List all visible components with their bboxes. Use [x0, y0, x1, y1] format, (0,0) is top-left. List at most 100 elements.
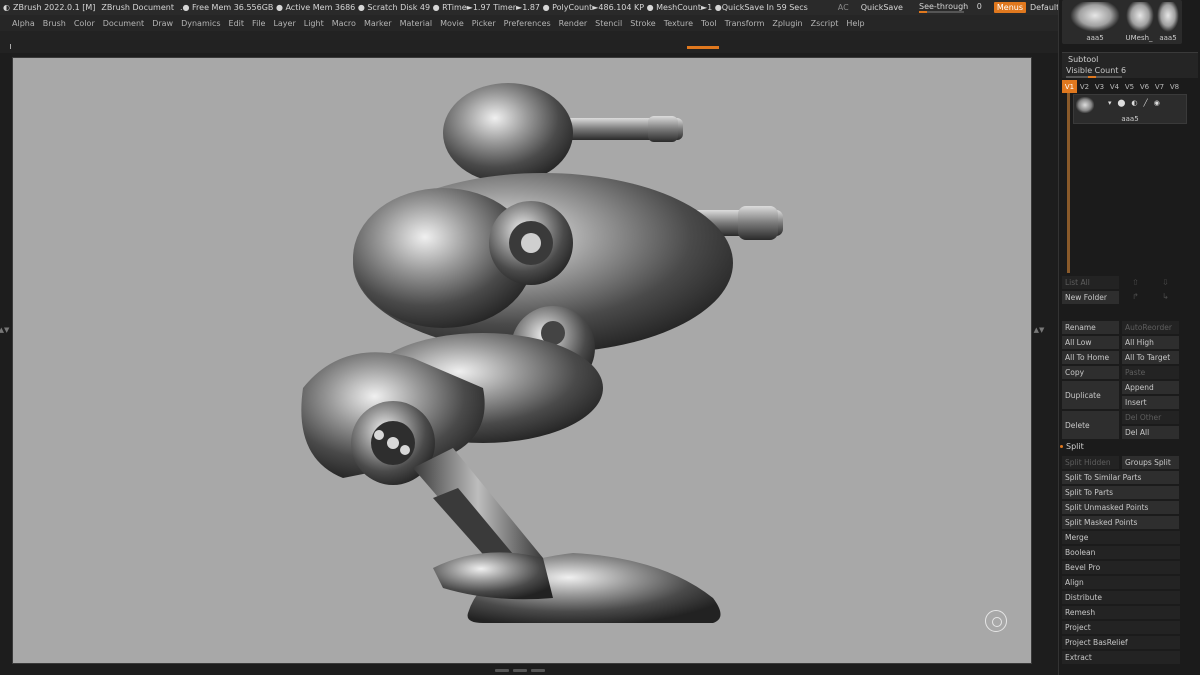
all-to-target-button[interactable]: All To Target	[1122, 351, 1179, 364]
menu-dynamics[interactable]: Dynamics	[181, 19, 220, 28]
split-hidden-button[interactable]: Split Hidden	[1062, 456, 1119, 469]
all-to-home-button[interactable]: All To Home	[1062, 351, 1119, 364]
menu-zplugin[interactable]: Zplugin	[772, 19, 802, 28]
copy-button[interactable]: Copy	[1062, 366, 1119, 379]
see-through-label: See-through	[918, 2, 969, 11]
menu-movie[interactable]: Movie	[440, 19, 464, 28]
menu-render[interactable]: Render	[559, 19, 587, 28]
menu-stroke[interactable]: Stroke	[630, 19, 656, 28]
tool-thumb-aaa5[interactable]: aaa5	[1068, 2, 1122, 42]
polypaint-icon[interactable]: ⬤	[1118, 99, 1126, 107]
insert-button[interactable]: Insert	[1122, 396, 1179, 409]
move-up-icon[interactable]: ↱	[1132, 292, 1139, 301]
project-section[interactable]: Project	[1062, 621, 1180, 634]
menu-texture[interactable]: Texture	[664, 19, 693, 28]
arrow-up-icon[interactable]: ⇧	[1132, 278, 1139, 287]
visible-count-slider[interactable]	[1066, 76, 1122, 78]
align-section[interactable]: Align	[1062, 576, 1180, 589]
folder-icon[interactable]: ▾	[1108, 99, 1112, 107]
delete-button[interactable]: Delete	[1062, 411, 1119, 439]
del-all-button[interactable]: Del All	[1122, 426, 1179, 439]
status-stats: .● Free Mem 36.556GB ● Active Mem 3686 ●…	[179, 3, 808, 12]
menu-material[interactable]: Material	[400, 19, 433, 28]
subtool-header[interactable]: Subtool Visible Count 6	[1062, 52, 1198, 78]
menu-draw[interactable]: Draw	[152, 19, 173, 28]
quicksave-button[interactable]: QuickSave	[861, 3, 903, 12]
section-expanded-icon	[1060, 445, 1063, 448]
extract-section[interactable]: Extract	[1062, 651, 1180, 664]
tab-v4[interactable]: V4	[1107, 80, 1122, 93]
del-other-button[interactable]: Del Other	[1122, 411, 1179, 424]
menu-macro[interactable]: Macro	[332, 19, 356, 28]
arrow-down-icon[interactable]: ⇩	[1162, 278, 1169, 287]
see-through-slider[interactable]: See-through 0	[918, 2, 982, 13]
merge-section[interactable]: Merge	[1062, 531, 1180, 544]
new-folder-button[interactable]: New Folder	[1062, 291, 1119, 304]
menu-brush[interactable]: Brush	[43, 19, 66, 28]
move-down-icon[interactable]: ↳	[1162, 292, 1169, 301]
tab-v2[interactable]: V2	[1077, 80, 1092, 93]
split-unmasked-points-button[interactable]: Split Unmasked Points	[1062, 501, 1179, 514]
menu-tool[interactable]: Tool	[701, 19, 717, 28]
split-to-parts-button[interactable]: Split To Parts	[1062, 486, 1179, 499]
menu-transform[interactable]: Transform	[725, 19, 765, 28]
duplicate-button[interactable]: Duplicate	[1062, 381, 1119, 409]
app-title: ZBrush 2022.0.1 [M]	[12, 3, 96, 12]
eye-icon[interactable]: ◉	[1154, 99, 1160, 107]
ac-button[interactable]: AC	[838, 3, 849, 12]
boolean-section[interactable]: Boolean	[1062, 546, 1180, 559]
menu-file[interactable]: File	[252, 19, 265, 28]
tab-v1[interactable]: V1	[1062, 80, 1077, 93]
distribute-section[interactable]: Distribute	[1062, 591, 1180, 604]
list-all-button[interactable]: List All	[1062, 276, 1119, 289]
menu-picker[interactable]: Picker	[472, 19, 496, 28]
append-button[interactable]: Append	[1122, 381, 1179, 394]
rename-button[interactable]: Rename	[1062, 321, 1119, 334]
subtool-item[interactable]: ▾ ⬤ ◐ ╱ ◉ aaa5	[1073, 94, 1187, 124]
split-masked-points-button[interactable]: Split Masked Points	[1062, 516, 1179, 529]
subtool-list: ▾ ⬤ ◐ ╱ ◉ aaa5	[1067, 93, 1195, 273]
canvas-viewport[interactable]	[12, 57, 1032, 664]
canvas-center-marker	[985, 610, 1007, 632]
project-basrelief-section[interactable]: Project BasRelief	[1062, 636, 1180, 649]
brush-icon[interactable]: ╱	[1143, 99, 1147, 107]
remesh-section[interactable]: Remesh	[1062, 606, 1180, 619]
autoreorder-button[interactable]: AutoReorder	[1122, 321, 1179, 334]
all-low-button[interactable]: All Low	[1062, 336, 1119, 349]
left-tray-handle[interactable]: ▲▼	[0, 300, 9, 360]
menu-edit[interactable]: Edit	[229, 19, 245, 28]
menus-button[interactable]: Menus	[993, 2, 1027, 13]
menu-zscript[interactable]: Zscript	[811, 19, 839, 28]
groups-split-button[interactable]: Groups Split	[1122, 456, 1179, 469]
subtool-item-thumbnail	[1076, 97, 1094, 113]
paste-button[interactable]: Paste	[1122, 366, 1179, 379]
subtool-scrollbar[interactable]	[1067, 93, 1070, 273]
tab-v3[interactable]: V3	[1092, 80, 1107, 93]
all-high-button[interactable]: All High	[1122, 336, 1179, 349]
material-icon[interactable]: ◐	[1131, 99, 1137, 107]
tab-v5[interactable]: V5	[1122, 80, 1137, 93]
tool-thumb-aaa5-small[interactable]: aaa5	[1155, 2, 1181, 42]
bevel-pro-section[interactable]: Bevel Pro	[1062, 561, 1180, 574]
menu-stencil[interactable]: Stencil	[595, 19, 622, 28]
menu-help[interactable]: Help	[846, 19, 864, 28]
split-to-similar-parts-button[interactable]: Split To Similar Parts	[1062, 471, 1179, 484]
document-title: ZBrush Document	[101, 3, 174, 12]
split-section-header[interactable]: Split	[1060, 442, 1084, 451]
menu-marker[interactable]: Marker	[364, 19, 392, 28]
menu-layer[interactable]: Layer	[273, 19, 295, 28]
tool-thumb-label: aaa5	[1086, 34, 1104, 42]
menu-color[interactable]: Color	[74, 19, 95, 28]
right-tray-handle[interactable]: ▲▼	[1034, 300, 1045, 360]
tab-v8[interactable]: V8	[1167, 80, 1182, 93]
tool-thumb-umesh[interactable]: UMesh_	[1124, 2, 1154, 42]
tool-thumb-image	[1070, 2, 1120, 32]
menu-light[interactable]: Light	[304, 19, 324, 28]
bottom-tray-handle[interactable]	[480, 667, 560, 673]
mech-model	[301, 83, 783, 623]
tab-v7[interactable]: V7	[1152, 80, 1167, 93]
tab-v6[interactable]: V6	[1137, 80, 1152, 93]
menu-alpha[interactable]: Alpha	[12, 19, 35, 28]
menu-document[interactable]: Document	[103, 19, 144, 28]
menu-preferences[interactable]: Preferences	[504, 19, 551, 28]
